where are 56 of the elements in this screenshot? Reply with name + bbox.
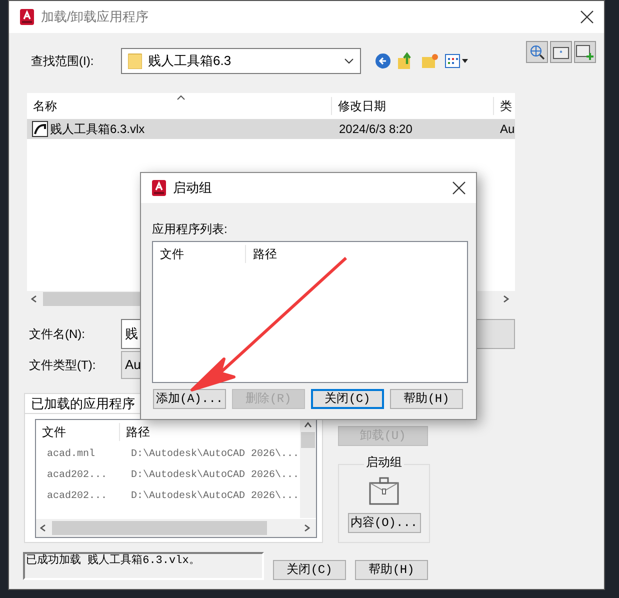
look-in-label: 查找范围(I): (31, 53, 95, 70)
table-cell-text: acad202... (46, 490, 108, 504)
table-cell-text: Au (499, 121, 515, 138)
close-icon[interactable] (580, 10, 594, 24)
table-cell-text: D:\Autodesk\AutoCAD 2026\... (130, 490, 300, 504)
look-in-value: 贱人工具箱6.3 (148, 52, 232, 70)
table-cell-text: acad.mnl (46, 448, 96, 462)
table-cell-text: D:\Autodesk\AutoCAD 2026\... (130, 468, 300, 483)
scroll-left-icon[interactable] (31, 295, 39, 303)
scroll-right-icon[interactable] (503, 295, 511, 303)
briefcase-icon (369, 477, 399, 505)
vertical-scrollbar[interactable] (300, 420, 316, 518)
file-name: 贱人工具箱6.3.vlx (50, 121, 145, 138)
list-label: 应用程序列表: (152, 221, 228, 238)
table-cell-text: D:\Autodesk\AutoCAD 2026\... (130, 448, 300, 462)
scrollbar-thumb[interactable] (52, 521, 267, 535)
dialog-button[interactable]: 帮助(H) (355, 560, 428, 580)
file-name-label: 文件名(N): (29, 326, 86, 343)
chevron-down-icon (344, 58, 354, 64)
web-search-icon[interactable] (526, 41, 548, 63)
close-icon[interactable] (452, 181, 466, 195)
look-in-dropdown[interactable]: 贱人工具箱6.3 (121, 48, 361, 74)
folder-icon (128, 53, 142, 69)
scroll-up-icon[interactable] (304, 422, 312, 430)
folder-add-icon[interactable] (574, 41, 596, 63)
horizontal-scrollbar[interactable] (36, 519, 316, 537)
dialog-button[interactable]: 添加(A)... (153, 389, 226, 409)
modified-date: 2024/6/3 8:20 (338, 121, 414, 138)
scroll-right-icon[interactable] (304, 524, 312, 532)
sort-caret-icon (177, 95, 185, 100)
column-header[interactable]: 路径 (246, 245, 277, 263)
scrollbar-thumb[interactable] (301, 432, 315, 448)
dialog-button[interactable]: 关闭(C) (311, 389, 384, 409)
window-title: 启动组 (173, 179, 212, 198)
dialog-button[interactable]: 关闭(C) (273, 560, 346, 580)
dialog-button[interactable]: 内容(O)... (348, 513, 420, 533)
app-logo-icon (19, 9, 35, 25)
window-title: 加载/卸载应用程序 (41, 8, 149, 26)
file-type-label: 文件类型(T): (29, 357, 97, 374)
column-header[interactable]: 路径 (120, 423, 150, 441)
column-header[interactable]: 修改日期 (332, 97, 494, 115)
open-button[interactable] (475, 319, 515, 349)
column-header[interactable]: 名称 (27, 97, 332, 115)
status-message: 已成功加载 贱人工具箱6.3.vlx。 (23, 552, 264, 580)
column-header[interactable]: 文件 (36, 423, 120, 441)
column-header[interactable]: 类 (494, 97, 515, 115)
column-header[interactable]: 文件 (153, 245, 246, 263)
table-cell-text: acad202... (46, 468, 108, 483)
tab[interactable]: 已加载的应用程序 (24, 393, 142, 413)
scroll-left-icon[interactable] (40, 524, 48, 532)
group-title: 启动组 (364, 456, 404, 468)
dialog-button[interactable]: 帮助(H) (390, 389, 463, 409)
view-menu-icon[interactable] (445, 53, 469, 69)
app-logo-icon (151, 180, 167, 196)
file-row[interactable]: 贱人工具箱6.3.vlx 2024/6/3 8:20 Au (27, 119, 515, 139)
file-icon (32, 121, 48, 137)
